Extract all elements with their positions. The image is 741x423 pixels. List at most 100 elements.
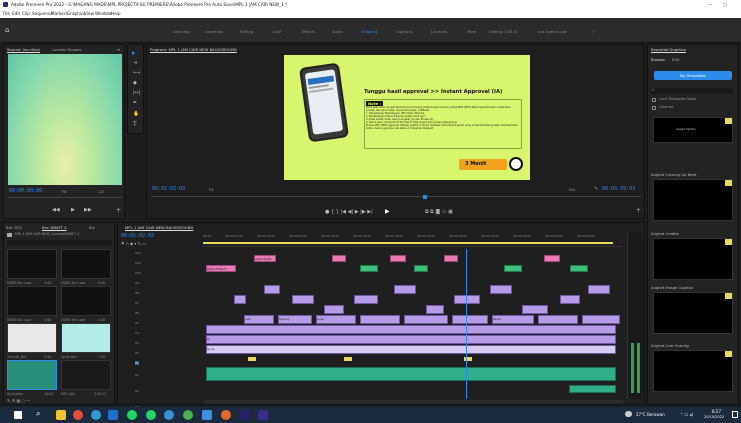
program-title[interactable]: Program: MPL 1 JAM CAIR NEW BACKGROUND — [150, 47, 237, 52]
bin-item-thumb-2[interactable] — [61, 249, 111, 279]
taskbar-photos-icon[interactable] — [202, 410, 212, 420]
clip-green-4[interactable] — [570, 265, 588, 272]
clip-video-13[interactable] — [360, 315, 400, 324]
clip-video-14[interactable] — [404, 315, 448, 324]
clip-pink-2[interactable] — [390, 255, 406, 262]
clip-video-row7[interactable] — [206, 325, 616, 334]
taskbar-weather[interactable]: 27°C Berawan — [636, 412, 665, 417]
taskbar-chrome2-icon[interactable] — [183, 410, 193, 420]
clip-anto[interactable]: Anto — [244, 315, 274, 324]
taskbar-spotify-icon[interactable] — [127, 410, 137, 420]
maximize-button[interactable]: ◻ — [723, 0, 726, 9]
eg-template-thumb-1[interactable]: Angled Caption — [653, 117, 733, 143]
workspace-audio[interactable]: Audio — [332, 29, 343, 34]
tab-lumetri-scopes[interactable]: Lumetri Scopes — [52, 47, 81, 52]
track-select-tool-icon[interactable]: ⇥ — [133, 60, 137, 66]
program-scrubber[interactable] — [151, 195, 641, 202]
clip-video-9[interactable] — [490, 285, 512, 294]
clip-video-6[interactable] — [394, 285, 416, 294]
bin-item-thumb-5[interactable] — [7, 323, 57, 353]
clip-video-4[interactable] — [324, 305, 344, 314]
track-area[interactable]: LOGO-ADIRA-FI LOGO-ADIRA Anto Spacing Sc… — [204, 249, 624, 399]
source-timecode[interactable]: 00:00:00:00 — [9, 188, 42, 194]
timeline-tools-icons[interactable]: ⚑ ∩ ◆ ▾ ✎ ▭ — [121, 241, 146, 246]
essential-graphics-title[interactable]: Essential Graphics — [651, 47, 686, 52]
bin-item-thumb-4[interactable] — [61, 286, 111, 316]
menu-help[interactable]: Help — [111, 9, 121, 18]
clip-green-2[interactable] — [414, 265, 428, 272]
ripple-edit-tool-icon[interactable]: ⟷ — [133, 70, 140, 76]
tab-source[interactable]: Source: (no clips) — [7, 47, 40, 52]
taskbar-whatsapp-icon[interactable] — [146, 410, 156, 420]
menu-view[interactable]: View — [84, 9, 94, 18]
eg-template-thumb-5[interactable] — [653, 350, 733, 392]
program-quality-dropdown[interactable]: Full — [569, 187, 576, 192]
taskbar-explorer-icon[interactable] — [56, 410, 66, 420]
track-label-a2[interactable]: A2 — [135, 389, 139, 393]
taskbar-search-icon[interactable]: ⌕ — [36, 409, 40, 419]
program-play-icon[interactable]: ▶ — [385, 208, 390, 215]
clip-video-8[interactable] — [454, 295, 480, 304]
clip-pink-1[interactable] — [332, 255, 346, 262]
bin-item-thumb-7[interactable] — [7, 360, 57, 390]
track-label-v8[interactable]: V8 — [135, 291, 139, 295]
clip-green-3[interactable] — [504, 265, 522, 272]
tab-bin-sfx[interactable]: Bin: SFX — [6, 225, 22, 230]
clip-video-7[interactable] — [426, 305, 444, 314]
eg-template-thumb-3[interactable] — [653, 238, 733, 280]
hand-tool-icon[interactable]: ✋ — [133, 111, 139, 117]
clip-yellow-marker-2[interactable] — [344, 357, 352, 361]
program-viewer[interactable]: Tunggu hasil approval >> Instant Approva… — [284, 55, 530, 180]
program-timecode[interactable]: 00:02:02:03 — [152, 186, 185, 192]
tab-bin[interactable]: Bin — [89, 225, 95, 230]
workspace-color[interactable]: Color — [272, 29, 282, 34]
eg-tab-edit[interactable]: Edit — [672, 57, 679, 62]
bin-toolbar-icons[interactable]: ✎ ☰ ▦ ○ — — [7, 398, 30, 403]
source-step-forward-icon[interactable]: ▶▶ — [84, 207, 92, 213]
clip-video-2[interactable] — [264, 285, 280, 294]
track-label-v1[interactable]: V1 — [135, 361, 139, 365]
menu-window[interactable]: Window — [95, 9, 112, 18]
wrench-icon[interactable]: ✎ — [594, 186, 598, 192]
taskbar-orange-icon[interactable] — [221, 410, 231, 420]
workspace-libraries[interactable]: Libraries — [431, 29, 447, 34]
pen-tool-icon[interactable]: ✒ — [133, 100, 137, 106]
audio-clip-a2[interactable] — [569, 385, 616, 393]
track-label-v4[interactable]: V4 — [135, 331, 139, 335]
taskbar-date[interactable]: 20/10/2022 — [704, 415, 724, 419]
taskbar-app-icon[interactable] — [164, 410, 174, 420]
playhead-marker[interactable] — [423, 195, 427, 199]
my-templates-button[interactable]: My Templates — [654, 71, 732, 80]
clip-stroke[interactable]: Stroke — [492, 315, 534, 324]
windows-start-icon[interactable] — [14, 411, 22, 419]
track-label-v7[interactable]: V7 — [135, 301, 139, 305]
workspace-captions[interactable]: Captions — [396, 29, 413, 34]
clip-video-12[interactable] — [588, 285, 610, 294]
source-step-back-icon[interactable]: ◀◀ — [52, 207, 60, 213]
workspace-graphics[interactable]: Graphics — [361, 29, 378, 34]
program-add-icon[interactable]: + — [636, 207, 641, 214]
menu-clip[interactable]: Clip — [22, 9, 30, 18]
tray-icons[interactable]: ⌃ ☐ ◂) — [680, 412, 693, 417]
workspace-more[interactable]: More — [467, 29, 476, 34]
bin-item-thumb-6[interactable] — [61, 323, 111, 353]
notification-icon[interactable] — [732, 411, 738, 418]
eg-template-thumb-2[interactable] — [653, 179, 733, 221]
source-ratio[interactable]: 1/2 — [98, 189, 104, 194]
minimize-button[interactable]: — — [708, 0, 712, 9]
eg-checkbox-local[interactable] — [652, 98, 656, 102]
workspace-effects[interactable]: Effects — [302, 29, 315, 34]
bin-item-thumb-1[interactable] — [7, 249, 57, 279]
source-viewer[interactable] — [8, 54, 122, 185]
workspace-learning[interactable]: Learning — [173, 29, 189, 34]
taskbar-premiere2-icon[interactable] — [258, 410, 268, 420]
taskbar-mail-icon[interactable] — [108, 410, 118, 420]
taskbar-edge-icon[interactable] — [91, 410, 101, 420]
eg-checkbox-libraries[interactable] — [652, 106, 656, 110]
workspace-editing-cs55[interactable]: Editing (CS5.5) — [489, 29, 518, 34]
workspace-editing[interactable]: Editing — [240, 29, 253, 34]
menu-graphics[interactable]: Graphics — [67, 9, 86, 18]
bin-item-thumb-8[interactable] — [61, 360, 111, 390]
slip-tool-icon[interactable]: |↔| — [133, 90, 141, 96]
clip-video-10[interactable] — [522, 305, 548, 314]
